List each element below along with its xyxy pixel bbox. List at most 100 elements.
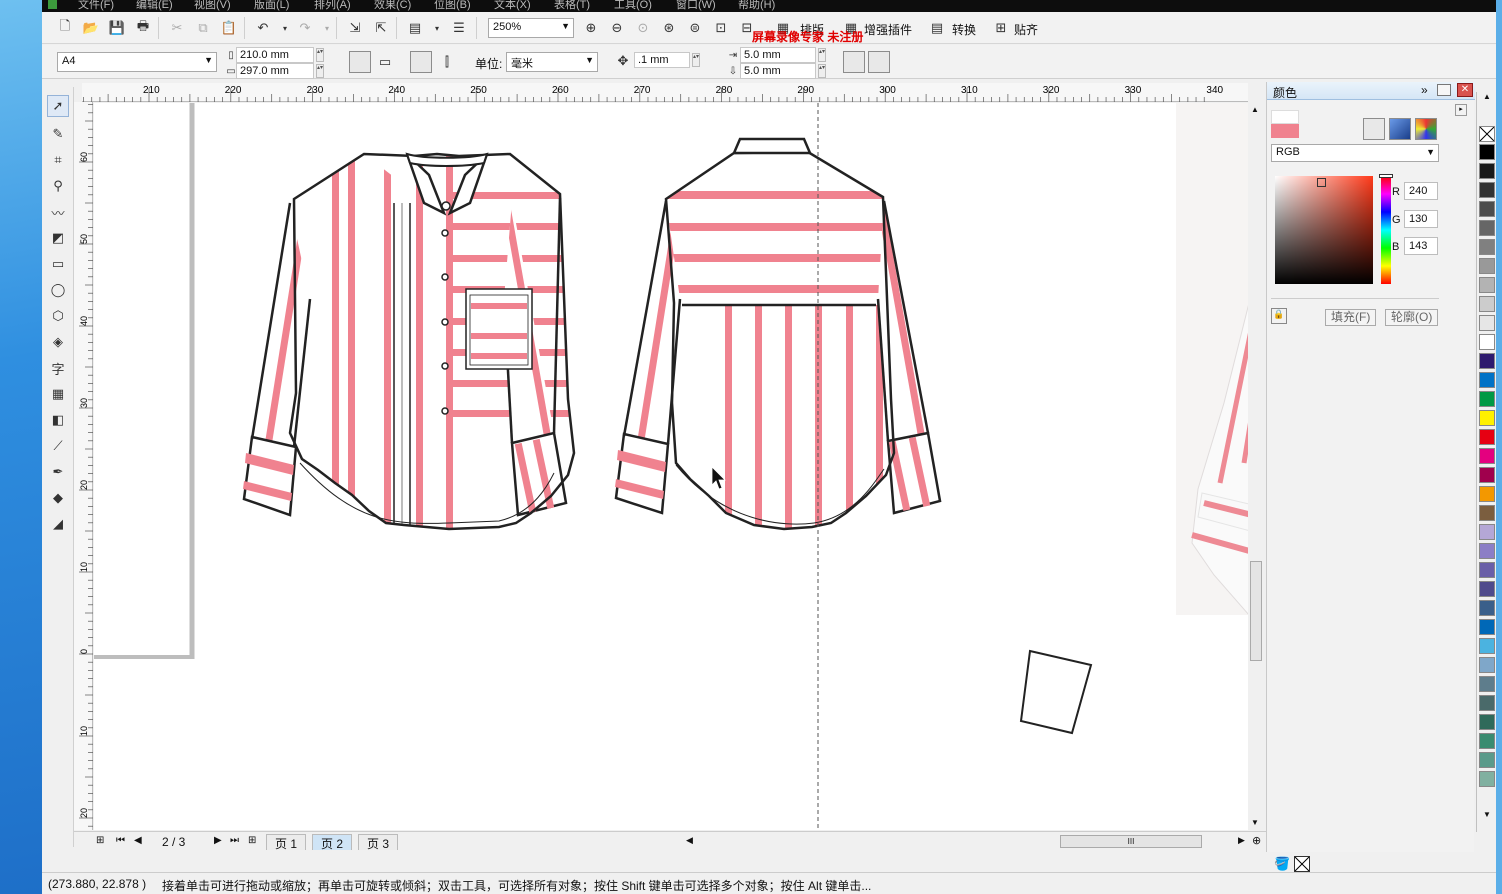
shirt-back-drawing[interactable]	[614, 137, 948, 545]
basic-shapes-tool-icon[interactable]: ◈	[47, 331, 69, 353]
g-channel-field[interactable]: 130	[1404, 210, 1438, 228]
palette-swatch[interactable]	[1479, 353, 1495, 369]
palette-swatch[interactable]	[1479, 239, 1495, 255]
palette-swatch[interactable]	[1479, 524, 1495, 540]
vertical-ruler[interactable]: 60 50 40 30 20 10 0 10 20	[74, 79, 93, 830]
horizontal-ruler[interactable]: 210 220 230 240 250 260 270 280 290 300 310 320 330 3…	[66, 83, 1248, 102]
height-spinner[interactable]: ▴▾	[316, 64, 324, 78]
width-spinner[interactable]: ▴▾	[316, 48, 324, 62]
menu-arrange[interactable]: 排列(A)	[314, 0, 351, 12]
close-docker-icon[interactable]: ✕	[1457, 83, 1473, 97]
fill-indicator-none[interactable]	[1294, 856, 1310, 872]
shape-tool-icon[interactable]: ✎	[47, 123, 69, 145]
snap-icon[interactable]: ⊞	[992, 19, 1010, 37]
zoom-out-icon[interactable]: ⊖	[608, 19, 626, 37]
r-channel-field[interactable]: 240	[1404, 182, 1438, 200]
scroll-left-icon[interactable]: ◀	[686, 835, 693, 846]
palette-scroll-down-icon[interactable]: ▼	[1483, 810, 1491, 819]
eyedropper-tool-icon[interactable]: ⟋	[47, 435, 69, 457]
scroll-down-icon[interactable]: ▼	[1251, 818, 1259, 827]
page-tab-1[interactable]: 页 1	[266, 834, 307, 851]
cut-icon[interactable]: ✂	[168, 19, 186, 37]
palette-swatch[interactable]	[1479, 733, 1495, 749]
current-page-icon[interactable]: ⫿	[438, 53, 456, 71]
hue-slider-handle[interactable]	[1379, 174, 1393, 178]
blend-tool-icon[interactable]: ◧	[47, 409, 69, 431]
palette-swatch[interactable]	[1479, 505, 1495, 521]
palette-swatch[interactable]	[1479, 182, 1495, 198]
app-icon[interactable]	[48, 0, 57, 9]
palette-swatch[interactable]	[1479, 277, 1495, 293]
no-color-swatch[interactable]	[1479, 126, 1495, 142]
color-sliders-button[interactable]	[1363, 118, 1385, 140]
palette-swatch[interactable]	[1479, 315, 1495, 331]
menu-window[interactable]: 窗口(W)	[676, 0, 716, 12]
palette-swatch[interactable]	[1479, 581, 1495, 597]
palette-swatch[interactable]	[1479, 296, 1495, 312]
menu-text[interactable]: 文本(X)	[494, 0, 531, 12]
shirt-front-drawing[interactable]	[242, 143, 584, 543]
palette-swatch[interactable]	[1479, 638, 1495, 654]
ellipse-tool-icon[interactable]: ◯	[47, 279, 69, 301]
menu-effects[interactable]: 效果(C)	[374, 0, 411, 12]
zoom-in-icon[interactable]: ⊕	[582, 19, 600, 37]
zoom-width-icon[interactable]: ⊡	[712, 19, 730, 37]
menu-edit[interactable]: 编辑(E)	[136, 0, 173, 12]
duplicate-y-field[interactable]: 5.0 mm	[740, 63, 816, 79]
print-icon[interactable]: 🖶	[134, 18, 152, 37]
palette-swatch[interactable]	[1479, 163, 1495, 179]
palette-swatch[interactable]	[1479, 467, 1495, 483]
pocket-pattern-shape[interactable]	[1019, 649, 1093, 735]
fill-button[interactable]: 填充(F)	[1325, 309, 1377, 326]
color-palettes-button[interactable]	[1415, 118, 1437, 140]
palette-swatch[interactable]	[1479, 201, 1495, 217]
scroll-right-icon[interactable]: ▶	[1238, 835, 1245, 846]
last-page-icon[interactable]: ⏭	[230, 835, 239, 846]
lock-icon[interactable]: 🔒	[1271, 308, 1287, 324]
units-select[interactable]: 毫米 ▼	[506, 52, 598, 72]
plugin-enhance-label[interactable]: 增强插件	[864, 21, 912, 38]
vertical-scrollbar[interactable]: ▲ ▼	[1248, 103, 1264, 830]
rectangle-tool-icon[interactable]: ▭	[47, 253, 69, 275]
new-icon[interactable]: 🗋	[56, 18, 74, 37]
fill-tool-icon[interactable]: ◆	[47, 487, 69, 509]
menu-file[interactable]: 文件(F)	[78, 0, 114, 12]
minimize-docker-icon[interactable]	[1437, 84, 1451, 96]
palette-swatch[interactable]	[1479, 448, 1495, 464]
menu-tools[interactable]: 工具(O)	[614, 0, 652, 12]
palette-swatch[interactable]	[1479, 372, 1495, 388]
export-icon[interactable]: ⇱	[372, 19, 390, 37]
docker-options-icon[interactable]: ▸	[1455, 104, 1467, 116]
menu-view[interactable]: 视图(V)	[194, 0, 231, 12]
nudge-spinner[interactable]: ▴▾	[692, 53, 700, 67]
zoom-page-icon[interactable]: ⊜	[686, 19, 704, 37]
import-icon[interactable]: ⇲	[346, 19, 364, 37]
pick-tool-icon[interactable]: ➚	[47, 95, 69, 117]
palette-swatch[interactable]	[1479, 752, 1495, 768]
palette-swatch[interactable]	[1479, 391, 1495, 407]
welcome-screen-icon[interactable]: ☰	[450, 19, 468, 37]
next-page-icon[interactable]: ▶	[214, 835, 222, 846]
undo-icon[interactable]: ↶	[254, 19, 272, 37]
plugin-snap-label[interactable]: 贴齐	[1014, 21, 1038, 38]
menu-bitmaps[interactable]: 位图(B)	[434, 0, 471, 12]
palette-swatch[interactable]	[1479, 486, 1495, 502]
open-icon[interactable]: 📂	[82, 19, 100, 37]
plugin-convert-label[interactable]: 转换	[952, 21, 976, 38]
polygon-tool-icon[interactable]: ⬡	[47, 305, 69, 327]
all-pages-button[interactable]	[410, 51, 432, 73]
zoom-tool-icon[interactable]: ⚲	[47, 175, 69, 197]
freehand-tool-icon[interactable]: 〰	[47, 201, 69, 223]
palette-swatch[interactable]	[1479, 600, 1495, 616]
zoom-selected-icon[interactable]: ⊙	[634, 19, 652, 37]
b-channel-field[interactable]: 143	[1404, 237, 1438, 255]
palette-swatch[interactable]	[1479, 334, 1495, 350]
outline-button[interactable]: 轮廓(O)	[1385, 309, 1439, 326]
treat-as-filled-button[interactable]	[843, 51, 865, 73]
outline-pen-tool-icon[interactable]: ✒	[47, 461, 69, 483]
crop-tool-icon[interactable]: ⌗	[47, 149, 69, 171]
redo-dropdown-icon[interactable]: ▾	[318, 19, 336, 37]
save-icon[interactable]: 💾	[108, 19, 126, 37]
scroll-up-icon[interactable]: ▲	[1251, 105, 1259, 114]
menu-help[interactable]: 帮助(H)	[738, 0, 775, 12]
